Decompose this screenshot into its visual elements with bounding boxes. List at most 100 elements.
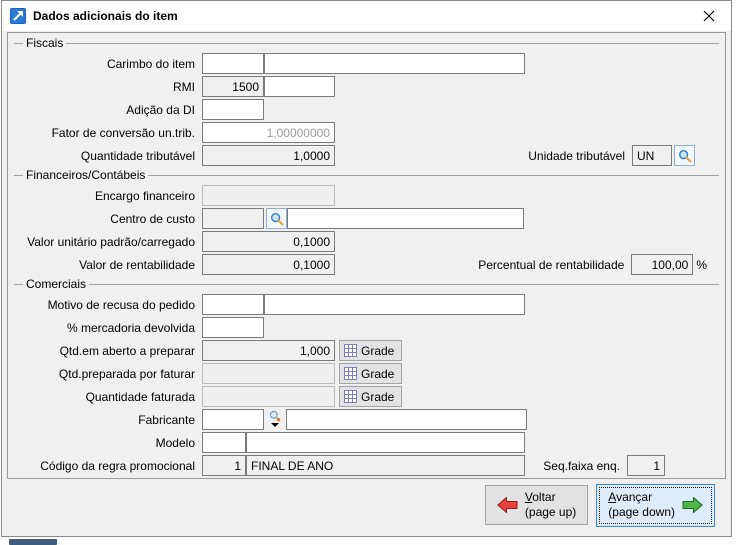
financeiros-legend-label: Financeiros/Contábeis bbox=[26, 167, 146, 182]
qtd-tributavel-field: 1,0000 bbox=[202, 145, 335, 166]
percent-suffix: % bbox=[696, 257, 707, 272]
rmi-extra-input[interactable] bbox=[264, 76, 335, 97]
taskbar-fragment bbox=[9, 539, 57, 545]
percentual-rentabilidade-field: 100,00 bbox=[631, 254, 694, 275]
grid-icon bbox=[344, 390, 357, 403]
carimbo-item-desc-field bbox=[264, 53, 525, 74]
qtd-faturada-row: Quantidade faturada Grade bbox=[14, 386, 719, 407]
fator-conversao-field: 1,00000000 bbox=[202, 122, 335, 143]
regra-promocional-row: Código da regra promocional 1 FINAL DE A… bbox=[14, 455, 719, 476]
unidade-tributavel-group: Unidade tributável UN bbox=[528, 145, 695, 166]
arrow-left-red-icon bbox=[496, 497, 518, 513]
qtd-faturada-grade-button[interactable]: Grade bbox=[339, 386, 403, 407]
rmi-value-field: 1500 bbox=[202, 76, 264, 97]
unidade-tributavel-lookup-button[interactable] bbox=[674, 145, 695, 166]
qtd-aberto-field: 1,000 bbox=[202, 340, 335, 361]
desktop-strip bbox=[0, 538, 736, 545]
fabricante-desc-field bbox=[286, 409, 527, 430]
qtd-preparada-label: Qtd.preparada por faturar bbox=[58, 366, 195, 381]
arrow-right-green-icon bbox=[682, 497, 703, 513]
button-bar: Voltar (page up) Avançar (page down) bbox=[2, 481, 731, 529]
mercadoria-devolvida-input[interactable] bbox=[202, 317, 264, 338]
valor-rentabilidade-label: Valor de rentabilidade bbox=[79, 257, 195, 272]
rmi-label: RMI bbox=[173, 79, 195, 94]
window-title: Dados adicionais do item bbox=[33, 9, 178, 23]
financeiros-section: Financeiros/Contábeis Encargo financeiro… bbox=[14, 168, 719, 275]
qtd-preparada-row: Qtd.preparada por faturar Grade bbox=[14, 363, 719, 384]
regra-promocional-code-field: 1 bbox=[202, 455, 246, 476]
chevron-down-icon bbox=[271, 423, 279, 427]
qtd-faturada-label: Quantidade faturada bbox=[85, 389, 195, 404]
valor-unitario-row: Valor unitário padrão/carregado 0,1000 bbox=[14, 231, 719, 252]
fabricante-label: Fabricante bbox=[138, 412, 195, 427]
centro-custo-lookup-button[interactable] bbox=[266, 208, 287, 229]
modelo-input[interactable] bbox=[202, 432, 246, 453]
fator-conversao-row: Fator de conversão un.trib. 1,00000000 bbox=[14, 122, 719, 143]
carimbo-item-row: Carimbo do item bbox=[14, 53, 719, 74]
grid-icon bbox=[344, 344, 357, 357]
voltar-button-sub: (page up) bbox=[524, 505, 577, 519]
valor-unitario-field: 0,1000 bbox=[202, 231, 335, 252]
voltar-button[interactable]: Voltar (page up) bbox=[484, 485, 589, 525]
financeiros-legend: Financeiros/Contábeis bbox=[14, 168, 719, 183]
motivo-recusa-desc-field bbox=[264, 294, 525, 315]
qtd-aberto-grade-button[interactable]: Grade bbox=[339, 340, 403, 361]
app-chart-arrow-icon bbox=[10, 8, 26, 24]
avancar-button-text: Avançar (page down) bbox=[608, 490, 675, 520]
fabricante-input[interactable] bbox=[202, 409, 264, 430]
encargo-label: Encargo financeiro bbox=[94, 188, 195, 203]
fiscais-legend: Fiscais bbox=[14, 36, 719, 51]
legend-line bbox=[148, 175, 719, 176]
seq-faixa-label: Seq.faixa enq. bbox=[543, 458, 620, 473]
fabricante-lookup-button[interactable] bbox=[266, 409, 284, 430]
encargo-row: Encargo financeiro bbox=[14, 185, 719, 206]
mercadoria-devolvida-row: % mercadoria devolvida bbox=[14, 317, 719, 338]
magnifier-dropdown-icon bbox=[269, 410, 281, 422]
close-icon bbox=[703, 10, 714, 22]
grade-button-label: Grade bbox=[361, 389, 395, 404]
fabricante-row: Fabricante bbox=[14, 409, 719, 430]
avancar-button-sub: (page down) bbox=[608, 505, 675, 519]
legend-line bbox=[66, 43, 719, 44]
qtd-preparada-field bbox=[202, 363, 335, 384]
qtd-preparada-grade-button[interactable]: Grade bbox=[339, 363, 403, 384]
qtd-aberto-row: Qtd.em aberto a preparar 1,000 Grade bbox=[14, 340, 719, 361]
valor-rentabilidade-row: Valor de rentabilidade 0,1000 Percentual… bbox=[14, 254, 719, 275]
legend-line bbox=[14, 43, 23, 44]
voltar-button-title: Voltar bbox=[524, 490, 556, 504]
seq-faixa-group: Seq.faixa enq. 1 bbox=[543, 455, 665, 476]
legend-line bbox=[14, 284, 23, 285]
motivo-recusa-row: Motivo de recusa do pedido bbox=[14, 294, 719, 315]
carimbo-item-input[interactable] bbox=[202, 53, 264, 74]
legend-line bbox=[14, 175, 23, 176]
adicao-di-label: Adição da DI bbox=[126, 102, 195, 117]
unidade-tributavel-label: Unidade tributável bbox=[528, 148, 625, 163]
centro-custo-code-field bbox=[202, 208, 264, 229]
encargo-field bbox=[202, 185, 335, 206]
magnifier-icon bbox=[678, 149, 691, 162]
rmi-row: RMI 1500 bbox=[14, 76, 719, 97]
grade-button-label: Grade bbox=[361, 366, 395, 381]
carimbo-item-label: Carimbo do item bbox=[106, 56, 195, 71]
legend-line bbox=[89, 284, 719, 285]
grid-icon bbox=[344, 367, 357, 380]
motivo-recusa-label: Motivo de recusa do pedido bbox=[47, 297, 195, 312]
close-button[interactable] bbox=[686, 1, 731, 31]
comerciais-legend-label: Comerciais bbox=[26, 276, 87, 291]
qtd-tributavel-row: Quantidade tributável 1,0000 Unidade tri… bbox=[14, 145, 719, 166]
grade-button-label: Grade bbox=[361, 343, 395, 358]
fator-conversao-label: Fator de conversão un.trib. bbox=[51, 125, 195, 140]
comerciais-legend: Comerciais bbox=[14, 277, 719, 292]
qtd-tributavel-label: Quantidade tributável bbox=[80, 148, 195, 163]
mercadoria-devolvida-label: % mercadoria devolvida bbox=[66, 320, 195, 335]
avancar-button[interactable]: Avançar (page down) bbox=[596, 483, 715, 527]
centro-custo-row: Centro de custo bbox=[14, 208, 719, 229]
valor-rentabilidade-field: 0,1000 bbox=[202, 254, 335, 275]
adicao-di-input[interactable] bbox=[202, 99, 264, 120]
percentual-rentabilidade-label: Percentual de rentabilidade bbox=[478, 257, 625, 272]
motivo-recusa-input[interactable] bbox=[202, 294, 264, 315]
seq-faixa-field: 1 bbox=[627, 455, 665, 476]
dialog-window: Dados adicionais do item Fiscais Carimbo… bbox=[1, 0, 732, 537]
unidade-tributavel-field: UN bbox=[632, 145, 672, 166]
qtd-faturada-field bbox=[202, 386, 335, 407]
